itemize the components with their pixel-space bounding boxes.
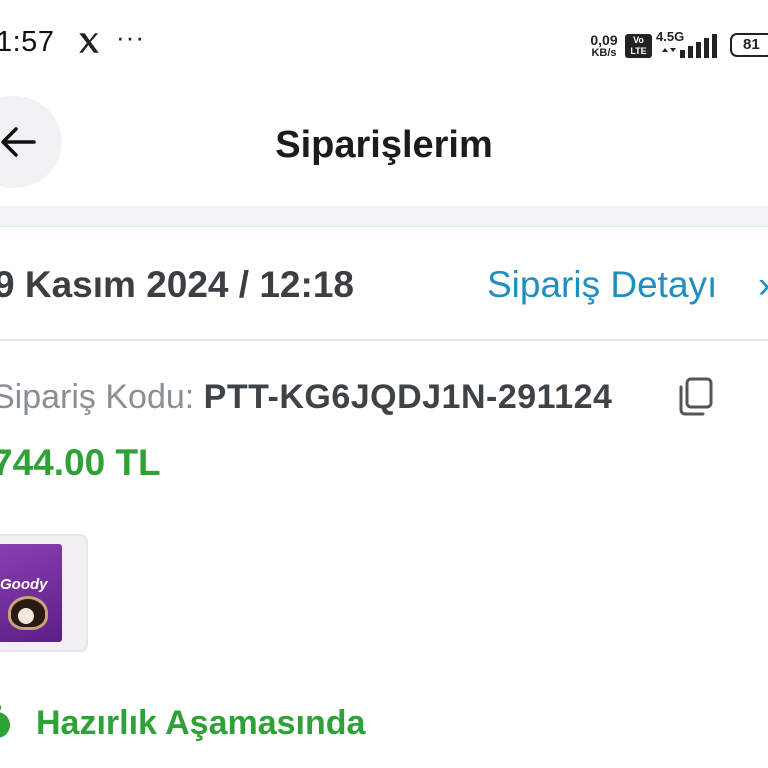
- order-code-label: Sipariş Kodu:: [0, 378, 204, 416]
- product-brand: Goody: [0, 576, 48, 593]
- order-code-value: PTT-KG6JQDJ1N-291124: [203, 378, 613, 416]
- x-logo-icon: [79, 33, 99, 53]
- copy-icon[interactable]: [676, 376, 716, 418]
- order-status: Hazırlık Aşamasında: [36, 704, 366, 742]
- battery-level: 81: [743, 36, 760, 53]
- order-detail-link[interactable]: Sipariş Detayı: [487, 264, 717, 306]
- battery-icon: 81: [730, 33, 768, 57]
- order-code-row: Sipariş Kodu: PTT-KG6JQDJ1N-291124: [0, 378, 612, 417]
- chevron-right-icon[interactable]: ›: [758, 264, 768, 306]
- product-thumbnail[interactable]: Goody: [0, 534, 88, 652]
- network-speed-unit: KB/s: [591, 47, 617, 59]
- network-speed: 0,09 KB/s: [584, 32, 624, 60]
- volte-line1: Vo: [633, 35, 644, 45]
- dog-face: [18, 608, 34, 624]
- divider: [0, 339, 768, 341]
- signal-icon: [662, 34, 717, 58]
- network-speed-value: 0,09: [590, 32, 618, 48]
- page-title: Siparişlerim: [275, 124, 493, 166]
- order-total: 744.00 TL: [0, 442, 161, 483]
- volte-line2: LTE: [630, 46, 647, 56]
- order-date: 9 Kasım 2024 / 12:18: [0, 264, 354, 305]
- more-notifications-icon: ···: [116, 22, 145, 52]
- status-bar: 1:57 ··· 0,09 KB/s Vo LTE 4.5G 81: [0, 0, 768, 92]
- status-time: 1:57: [0, 26, 55, 58]
- volte-icon: Vo LTE: [625, 34, 652, 58]
- status-icon: [0, 705, 10, 738]
- header-divider: [0, 206, 768, 227]
